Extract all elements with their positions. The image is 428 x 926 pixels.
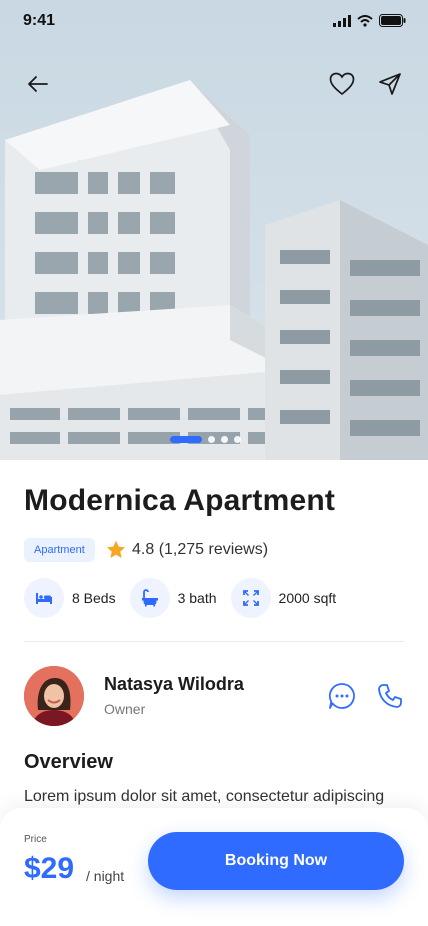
rating-text: 4.8 (1,275 reviews) (132, 540, 269, 558)
owner-name: Natasya Wilodra (104, 674, 244, 694)
price-unit: / night (86, 868, 125, 884)
booking-bar: Price $29 / night Booking Now (0, 808, 428, 926)
booking-button[interactable]: Booking Now (148, 832, 404, 890)
chat-bubble-icon (328, 683, 355, 709)
feature-label: 3 bath (177, 590, 217, 606)
phone-icon (378, 684, 402, 708)
call-button[interactable] (376, 682, 404, 710)
overview-title: Overview (24, 751, 113, 773)
carousel-dot[interactable] (234, 436, 241, 443)
overview-text: Lorem ipsum dolor sit amet, consectetur … (24, 788, 385, 805)
feature-bath: 3 bath (129, 578, 217, 618)
feature-list: 8 Beds 3 bath 2000 sqft (24, 578, 350, 618)
arrow-left-icon (28, 76, 48, 92)
back-button[interactable] (20, 66, 56, 102)
bath-icon (141, 589, 158, 607)
feature-area: 2000 sqft (230, 578, 337, 618)
price-value: $29 (24, 852, 75, 885)
bath-icon-wrap (129, 578, 170, 618)
carousel-dot[interactable] (208, 436, 215, 443)
area-expand-icon (242, 590, 259, 606)
battery-icon (379, 14, 406, 27)
carousel-indicator[interactable] (170, 436, 241, 443)
building-photo (0, 80, 428, 460)
chat-button[interactable] (328, 682, 356, 710)
hero-image[interactable] (0, 0, 428, 460)
area-icon-wrap (230, 578, 271, 618)
bed-icon (36, 593, 52, 604)
carousel-dot-active[interactable] (170, 436, 202, 443)
avatar[interactable] (24, 666, 84, 726)
status-time: 9:41 (23, 12, 56, 29)
rating: 4.8 (1,275 reviews) (106, 540, 268, 559)
owner-photo (24, 666, 84, 726)
signal-icon (333, 14, 351, 27)
send-icon (379, 73, 401, 95)
feature-label: 2000 sqft (278, 590, 337, 606)
divider (24, 641, 404, 642)
star-icon (107, 540, 125, 558)
property-type-chip: Apartment (24, 538, 95, 562)
property-title: Modernica Apartment (24, 484, 336, 517)
heart-icon (329, 72, 355, 96)
status-icons (333, 14, 406, 27)
owner-role: Owner (104, 701, 146, 717)
bed-icon-wrap (24, 578, 64, 618)
feature-beds: 8 Beds (24, 578, 116, 618)
favorite-button[interactable] (324, 66, 360, 102)
status-bar: 9:41 (0, 0, 428, 44)
wifi-icon (357, 14, 373, 27)
price-label: Price (24, 834, 47, 845)
share-button[interactable] (372, 66, 408, 102)
carousel-dot[interactable] (221, 436, 228, 443)
feature-label: 8 Beds (72, 590, 116, 606)
